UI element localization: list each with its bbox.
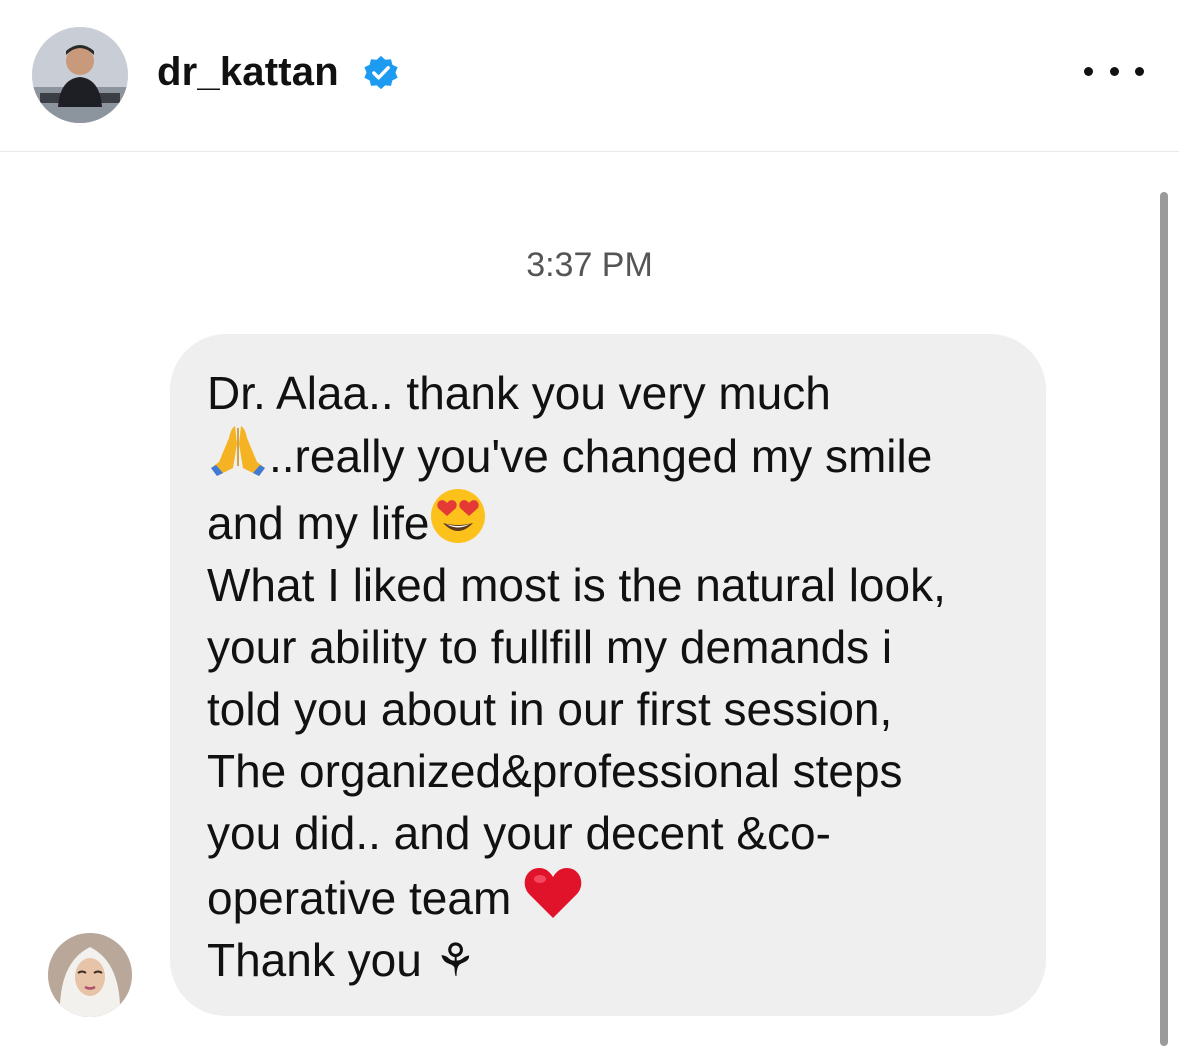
more-options-button[interactable] [1084,56,1144,86]
message-bubble[interactable]: Dr. Alaa.. thank you very much ..really … [170,334,1046,1016]
chat-header: dr_kattan [0,0,1179,152]
avatar-woman-icon [48,933,132,1017]
message-line: operative team [207,864,1016,929]
message-line-text: ..really you've changed my smile [269,430,933,482]
scrollbar[interactable] [1160,192,1168,1046]
message-line: ..really you've changed my smile [207,424,1016,487]
message-line: What I liked most is the natural look, [207,559,946,611]
more-dot-icon [1084,66,1093,76]
more-dot-icon [1109,66,1119,76]
message-line-text: operative team [207,872,512,924]
verified-badge-icon [364,55,398,90]
folded-hands-emoji [211,426,265,476]
message-timestamp: 3:37 PM [526,246,653,284]
message-line: Thank you ⚘ [207,934,476,986]
profile-avatar[interactable] [32,27,128,123]
message-line: you did.. and your decent &co- [207,807,831,859]
message-line: and my life [207,487,1016,554]
message-line: your ability to fullfill my demands i [207,621,893,673]
avatar-man-icon [32,27,128,123]
message-line: told you about in our first session, [207,683,893,735]
username[interactable]: dr_kattan [157,46,339,98]
message-line-text: and my life [207,497,430,549]
more-dot-icon [1135,66,1144,76]
sender-avatar[interactable] [48,933,132,1017]
heart-eyes-emoji [431,489,486,543]
message-line: Dr. Alaa.. thank you very much [207,367,831,419]
message-line: The organized&professional steps [207,745,903,797]
red-heart-emoji [524,868,582,918]
